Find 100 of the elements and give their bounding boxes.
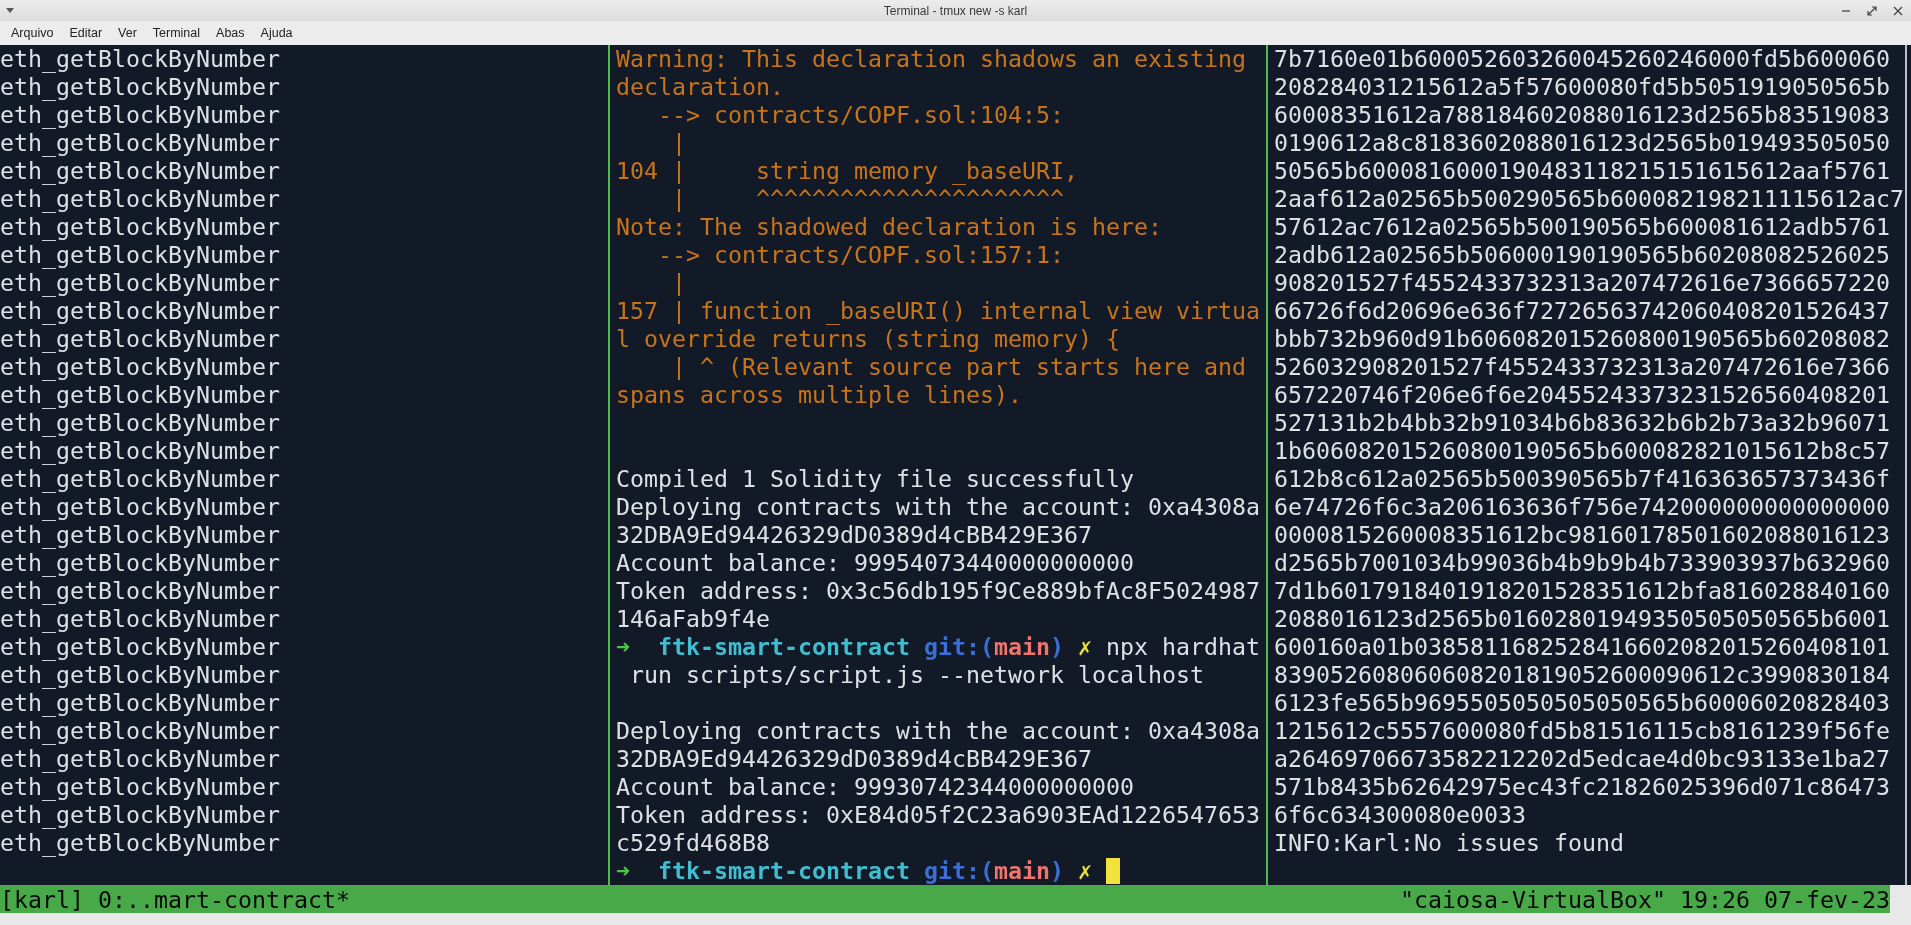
terminal-line: Deploying contracts with the account: 0xa4308a [616,718,1260,744]
terminal-line: eth_getBlockByNumber [0,74,280,100]
menu-item[interactable]: Ver [110,24,145,42]
terminal-line: eth_getBlockByNumber [0,410,280,436]
terminal-line: 0000815260008351612bc98160178501602088016123 [1274,522,1890,548]
branch-name: main [993,634,1050,660]
terminal-line: eth_getBlockByNumber [0,662,280,688]
close-icon[interactable] [1893,5,1903,16]
directory-name: ftk-smart-contract [658,634,910,660]
terminal-line: eth_getBlockByNumber [0,718,280,744]
directory-name: ftk-smart-contract [658,858,910,884]
warning-line: --> contracts/COPF.sol:104:5: [657,102,1064,128]
terminal-line: run scripts/script.js --network localhost [629,662,1204,688]
terminal-line: 60008351612a788184602088016123d2565b83519083 [1274,102,1890,128]
terminal-line: Token address: 0x3c56db195f9Ce889bfAc8F5024987 [616,578,1260,604]
terminal-line: eth_getBlockByNumber [0,634,280,660]
dirty-mark: ✗ [1077,858,1092,884]
terminal-line: eth_getBlockByNumber [0,494,280,520]
terminal-line: 32DBA9Ed94426329dD0389d4cBB429E367 [616,746,1092,772]
terminal-line: 1215612c5557600080fd5b81516115cb8161239f56fe [1274,718,1890,744]
terminal-line: 6f6c634300080e0033 [1274,802,1526,828]
terminal-line: 6123fe565b9695505050505050565b60006020828403 [1274,690,1890,716]
terminal-line: 0190612a8c8183602088016123d2565b019493505050 [1274,130,1890,156]
warning-line: --> contracts/COPF.sol:157:1: [657,242,1064,268]
terminal-line: c529fd468B8 [616,830,770,856]
terminal-line: 57612ac7612a02565b500190565b600081612adb5761 [1274,214,1890,240]
terminal-line: 50565b6000816000190483118215151615612aaf5761 [1274,158,1890,184]
terminal-line: eth_getBlockByNumber [0,242,280,268]
warning-line: declaration. [616,74,784,100]
command-text: npx hardhat [1105,634,1260,660]
terminal-line: eth_getBlockByNumber [0,550,280,576]
warning-line: Warning: This declaration shadows an existing [616,46,1246,72]
terminal-line: 6e74726f6c3a206163636f756e742000000000000000 [1274,494,1890,520]
terminal-line: eth_getBlockByNumber [0,214,280,240]
terminal-line: 600160a01b0385811682528416602082015260408101 [1274,634,1890,660]
window-title: Terminal - tmux new -s karl [883,3,1028,18]
terminal-line: 32DBA9Ed94426329dD0389d4cBB429E367 [616,522,1092,548]
terminal-line: eth_getBlockByNumber [0,130,280,156]
warning-line: | [671,130,686,156]
warning-line: spans across multiple lines). [616,382,1022,408]
warning-line: 104 | string memory _baseURI, [616,158,1078,184]
session-label: [karl] 0:..mart-contract* [0,885,350,913]
terminal-line: eth_getBlockByNumber [0,158,280,184]
terminal-line: 839052608060608201819052600090612c3990830184 [1274,662,1890,688]
terminal-line: Deploying contracts with the account: 0xa4308a [616,494,1260,520]
terminal-line: Compiled 1 Solidity file successfully [616,466,1134,492]
terminal-line: 1b606082015260800190565b600082821015612b8c57 [1274,438,1890,464]
terminal-line: a26469706673582212202d5edcae4d0bc93133e1ba27 [1274,746,1890,772]
menu-item[interactable]: Arquivo [3,24,62,42]
terminal-line: eth_getBlockByNumber [0,270,280,296]
warning-line: 157 | function _baseURI() internal view virtua [616,298,1260,324]
terminal-line: 526032908201527f4552433732313a207472616e7366 [1274,354,1890,380]
terminal-line: eth_getBlockByNumber [0,46,280,72]
terminal-line: eth_getBlockByNumber [0,578,280,604]
terminal-line: 908201527f4552433732313a207472616e7366657220 [1274,270,1890,296]
terminal-line: eth_getBlockByNumber [0,102,280,128]
git-label: git:( [923,858,994,884]
warning-line: | ^^^^^^^^^^^^^^^^^^^^^^ [671,186,1064,212]
terminal-line: eth_getBlockByNumber [0,746,280,772]
terminal-line: eth_getBlockByNumber [0,326,280,352]
terminal-line: eth_getBlockByNumber [0,606,280,632]
terminal-line: d2565b7001034b99036b4b9b9b4b733903937b632960 [1274,550,1890,576]
terminal-line: Token address: 0xE84d05f2C23a6903EAd1226547653 [616,802,1260,828]
maximize-icon[interactable] [1867,5,1877,16]
terminal-line: Account balance: 99930742344000000000 [616,774,1134,800]
git-label: ) [1049,634,1064,660]
warning-line: l override returns (string memory) { [616,326,1120,352]
terminal-line: eth_getBlockByNumber [0,466,280,492]
terminal-line: eth_getBlockByNumber [0,690,280,716]
git-label: ) [1049,858,1064,884]
terminal-line: 571b8435b62642975ec43fc21826025396d071c86473 [1274,774,1890,800]
warning-line: | [671,270,686,296]
menu-item[interactable]: Editar [61,24,111,42]
terminal-line: INFO:Karl:No issues found [1274,830,1624,856]
terminal-line: eth_getBlockByNumber [0,774,280,800]
menu-item[interactable]: Abas [208,24,253,42]
terminal-line: 2aaf612a02565b500290565b600082198211115612ac7 [1274,186,1904,212]
dropdown-icon[interactable] [6,8,14,13]
terminal-line: eth_getBlockByNumber [0,354,280,380]
git-label: git:( [923,634,994,660]
terminal-line: 2adb612a02565b506000190190565b60208082526025 [1274,242,1890,268]
host-time-label: "caiosa-VirtualBox" 19:26 07-fev-23 [1400,885,1890,913]
terminal-line: 208284031215612a5f57600080fd5b5051919050565b [1274,74,1890,100]
terminal-line: bbb732b960d91b606082015260800190565b60208082 [1274,326,1890,352]
prompt-arrow: ➜ [616,634,630,660]
warning-line: | ^ (Relevant source part starts here and [671,354,1246,380]
terminal-line: eth_getBlockByNumber [0,802,280,828]
dirty-mark: ✗ [1077,634,1092,660]
terminal-line: 7b7160e01b600052603260045260246000fd5b600060 [1274,46,1890,72]
terminal-line: eth_getBlockByNumber [0,186,280,212]
menu-item[interactable]: Ajuda [252,24,301,42]
terminal-line: 612b8c612a02565b500390565b7f416363657373436f [1274,466,1890,492]
menu-item[interactable]: Terminal [144,24,209,42]
terminal-line: 657220746f206e6f6e20455243373231526560408201 [1274,382,1890,408]
branch-name: main [993,858,1050,884]
prompt-arrow: ➜ [616,858,630,884]
terminal-line: eth_getBlockByNumber [0,298,280,324]
terminal-line: 146aFab9f4e [616,606,770,632]
terminal-line: eth_getBlockByNumber [0,522,280,548]
terminal-line: 7d1b6017918401918201528351612bfa816028840160 [1274,578,1890,604]
